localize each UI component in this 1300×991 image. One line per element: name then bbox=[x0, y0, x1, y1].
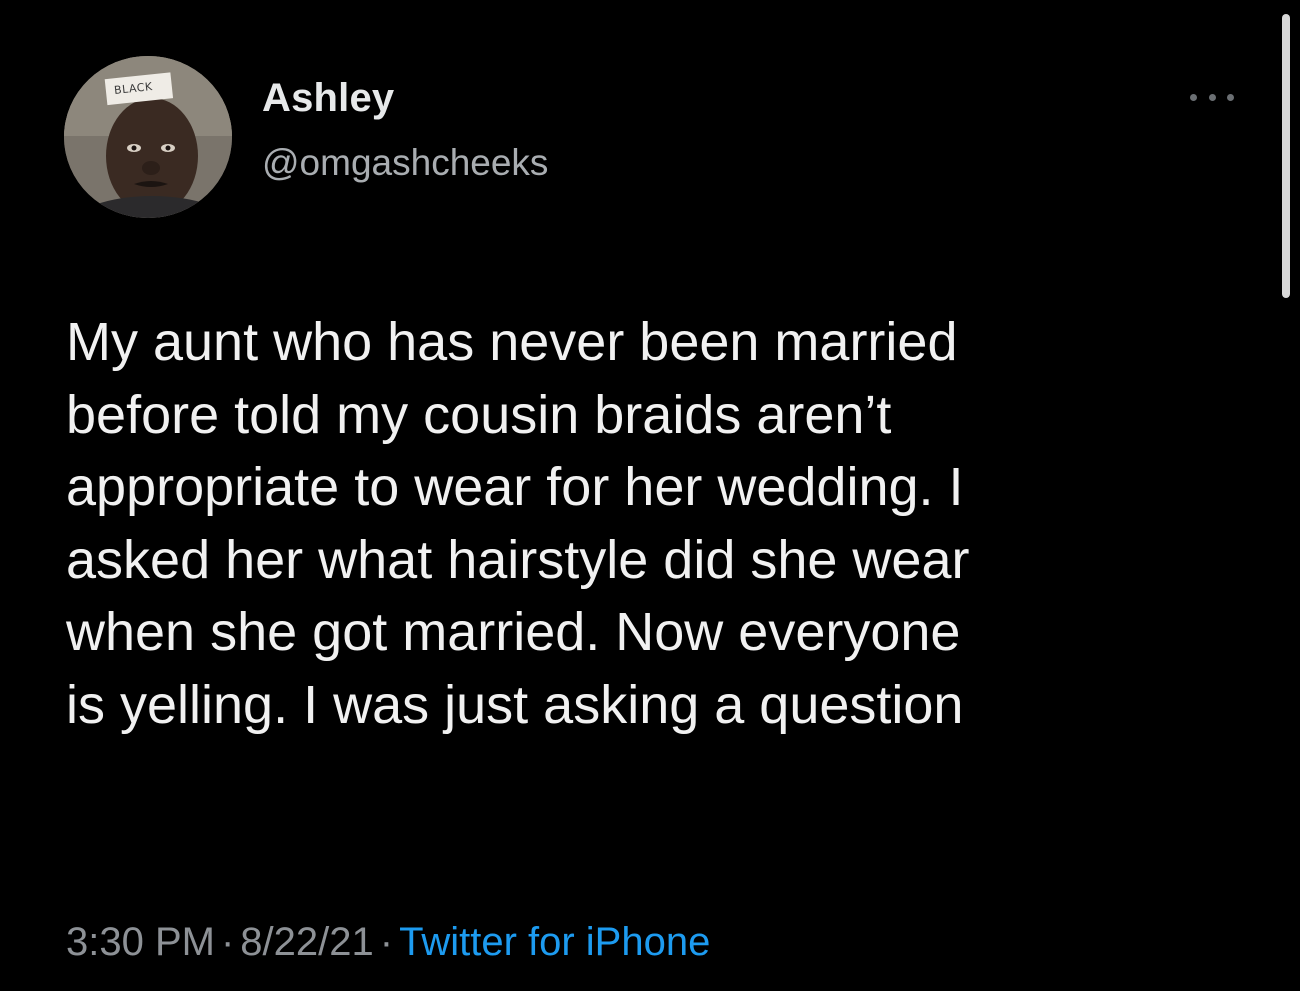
more-horizontal-icon bbox=[1190, 93, 1197, 101]
tweet-text-line: appropriate to wear for her wedding. I bbox=[66, 457, 964, 517]
tweet-text: My aunt who has never been married befor… bbox=[66, 306, 1266, 741]
avatar[interactable]: BLACK bbox=[64, 56, 232, 218]
tweet-source-link[interactable]: Twitter for iPhone bbox=[399, 920, 710, 964]
tweet-meta: 3:30 PM · 8/22/21 · Twitter for iPhone bbox=[66, 920, 710, 965]
meta-separator: · bbox=[220, 920, 235, 964]
meta-separator: · bbox=[379, 920, 394, 964]
tweet-text-line: before told my cousin braids aren’t bbox=[66, 384, 892, 445]
author-name[interactable]: Ashley bbox=[262, 76, 394, 121]
more-horizontal-icon bbox=[1227, 93, 1234, 101]
scrollbar[interactable] bbox=[1282, 14, 1290, 298]
tweet-text-line: My aunt who has never been married bbox=[66, 312, 958, 372]
more-options-button[interactable] bbox=[1186, 82, 1238, 112]
tweet-text-line: is yelling. I was just asking a question bbox=[66, 674, 964, 735]
tweet-time[interactable]: 3:30 PM bbox=[66, 920, 215, 964]
tweet-text-line: when she got married. Now everyone bbox=[66, 602, 961, 662]
tweet-date[interactable]: 8/22/21 bbox=[240, 920, 373, 964]
tweet-text-line: asked her what hairstyle did she wear bbox=[66, 529, 970, 590]
author-handle[interactable]: @omgashcheeks bbox=[262, 142, 548, 184]
more-horizontal-icon bbox=[1208, 93, 1216, 101]
tweet-card: BLACK Ashley @omgashcheeks My aunt who h… bbox=[0, 0, 1300, 991]
